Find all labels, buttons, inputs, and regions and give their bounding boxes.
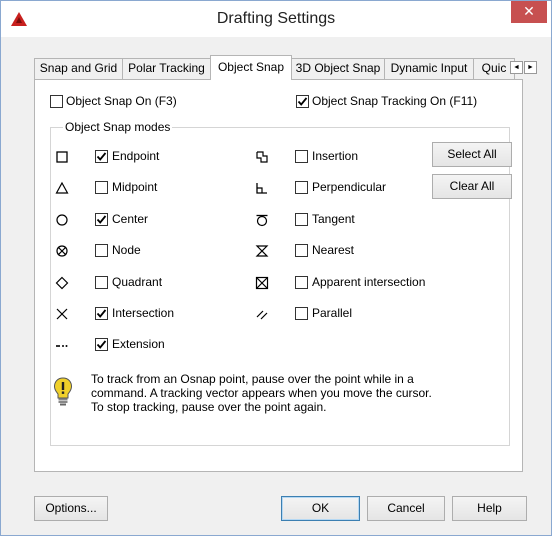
lightbulb-icon (53, 377, 73, 406)
apparent-intersection-checkbox[interactable] (295, 276, 308, 289)
tab-quick-properties[interactable]: Quic (473, 58, 515, 79)
title-bar: Drafting Settings ✕ (1, 1, 551, 37)
check-icon (297, 97, 308, 106)
tab-polar-tracking[interactable]: Polar Tracking (122, 58, 211, 79)
center-label: Center (112, 212, 149, 226)
tab-scroll-right-button[interactable]: ► (524, 61, 537, 74)
intersection-checkbox[interactable] (95, 307, 108, 320)
tab-scroll-left-button[interactable]: ◄ (510, 61, 523, 74)
extension-checkbox[interactable] (95, 338, 108, 351)
tracking-info-text: To track from an Osnap point, pause over… (91, 372, 491, 414)
endpoint-checkbox[interactable] (95, 150, 108, 163)
select-all-button[interactable]: Select All (432, 142, 512, 167)
center-checkbox[interactable] (95, 213, 108, 226)
check-icon (96, 152, 107, 161)
quadrant-label: Quadrant (112, 275, 163, 289)
info-line: To stop tracking, pause over the point a… (91, 400, 327, 414)
perpendicular-label: Perpendicular (312, 180, 387, 194)
object-snap-on-checkbox[interactable] (50, 95, 63, 108)
drafting-settings-dialog: Drafting Settings ✕ Snap and Grid Polar … (0, 0, 552, 536)
help-button[interactable]: Help (452, 496, 527, 521)
extension-label: Extension (112, 337, 165, 351)
info-line: command. A tracking vector appears when … (91, 386, 432, 400)
insertion-checkbox[interactable] (295, 150, 308, 163)
nearest-marker-icon (255, 245, 269, 257)
midpoint-checkbox[interactable] (95, 181, 108, 194)
center-marker-icon (56, 214, 68, 226)
tangent-label: Tangent (312, 212, 355, 226)
perpendicular-marker-icon (256, 183, 267, 194)
insertion-label: Insertion (312, 149, 359, 163)
midpoint-marker-icon (55, 181, 69, 194)
node-label: Node (112, 243, 141, 257)
object-snap-tracking-checkbox[interactable] (296, 95, 309, 108)
check-icon (96, 215, 107, 224)
tab-dynamic-input[interactable]: Dynamic Input (384, 58, 474, 79)
clear-all-button[interactable]: Clear All (432, 174, 512, 199)
nearest-label: Nearest (312, 243, 355, 257)
tab-3d-object-snap[interactable]: 3D Object Snap (291, 58, 385, 79)
quadrant-checkbox[interactable] (95, 276, 108, 289)
intersection-marker-icon (56, 308, 68, 320)
extension-marker-icon (56, 345, 68, 347)
object-snap-modes-legend: Object Snap modes (63, 120, 173, 134)
info-line: To track from an Osnap point, pause over… (91, 372, 414, 386)
parallel-marker-icon (256, 310, 268, 320)
object-snap-panel: Object Snap On (F3) Object Snap Tracking… (34, 79, 523, 472)
endpoint-marker-icon (56, 151, 68, 163)
node-marker-icon (56, 245, 68, 257)
check-icon (96, 340, 107, 349)
apparent-intersection-marker-icon (255, 276, 269, 290)
midpoint-label: Midpoint (112, 180, 158, 194)
perpendicular-checkbox[interactable] (295, 181, 308, 194)
tangent-marker-icon (256, 214, 268, 227)
object-snap-on-label: Object Snap On (F3) (66, 94, 177, 108)
object-snap-tracking-label: Object Snap Tracking On (F11) (312, 94, 478, 108)
close-button[interactable]: ✕ (511, 1, 547, 23)
parallel-label: Parallel (312, 306, 353, 320)
tab-snap-and-grid[interactable]: Snap and Grid (34, 58, 123, 79)
insertion-marker-icon (256, 151, 268, 163)
tangent-checkbox[interactable] (295, 213, 308, 226)
intersection-label: Intersection (112, 306, 175, 320)
cancel-button[interactable]: Cancel (367, 496, 445, 521)
window-title: Drafting Settings (216, 10, 336, 27)
endpoint-label: Endpoint (112, 149, 160, 163)
ok-button[interactable]: OK (281, 496, 360, 521)
quadrant-marker-icon (55, 276, 69, 290)
options-button[interactable]: Options... (34, 496, 108, 521)
apparent-intersection-label: Apparent intersection (312, 275, 426, 289)
node-checkbox[interactable] (95, 244, 108, 257)
parallel-checkbox[interactable] (295, 307, 308, 320)
tab-object-snap[interactable]: Object Snap (210, 55, 292, 80)
check-icon (96, 309, 107, 318)
nearest-checkbox[interactable] (295, 244, 308, 257)
